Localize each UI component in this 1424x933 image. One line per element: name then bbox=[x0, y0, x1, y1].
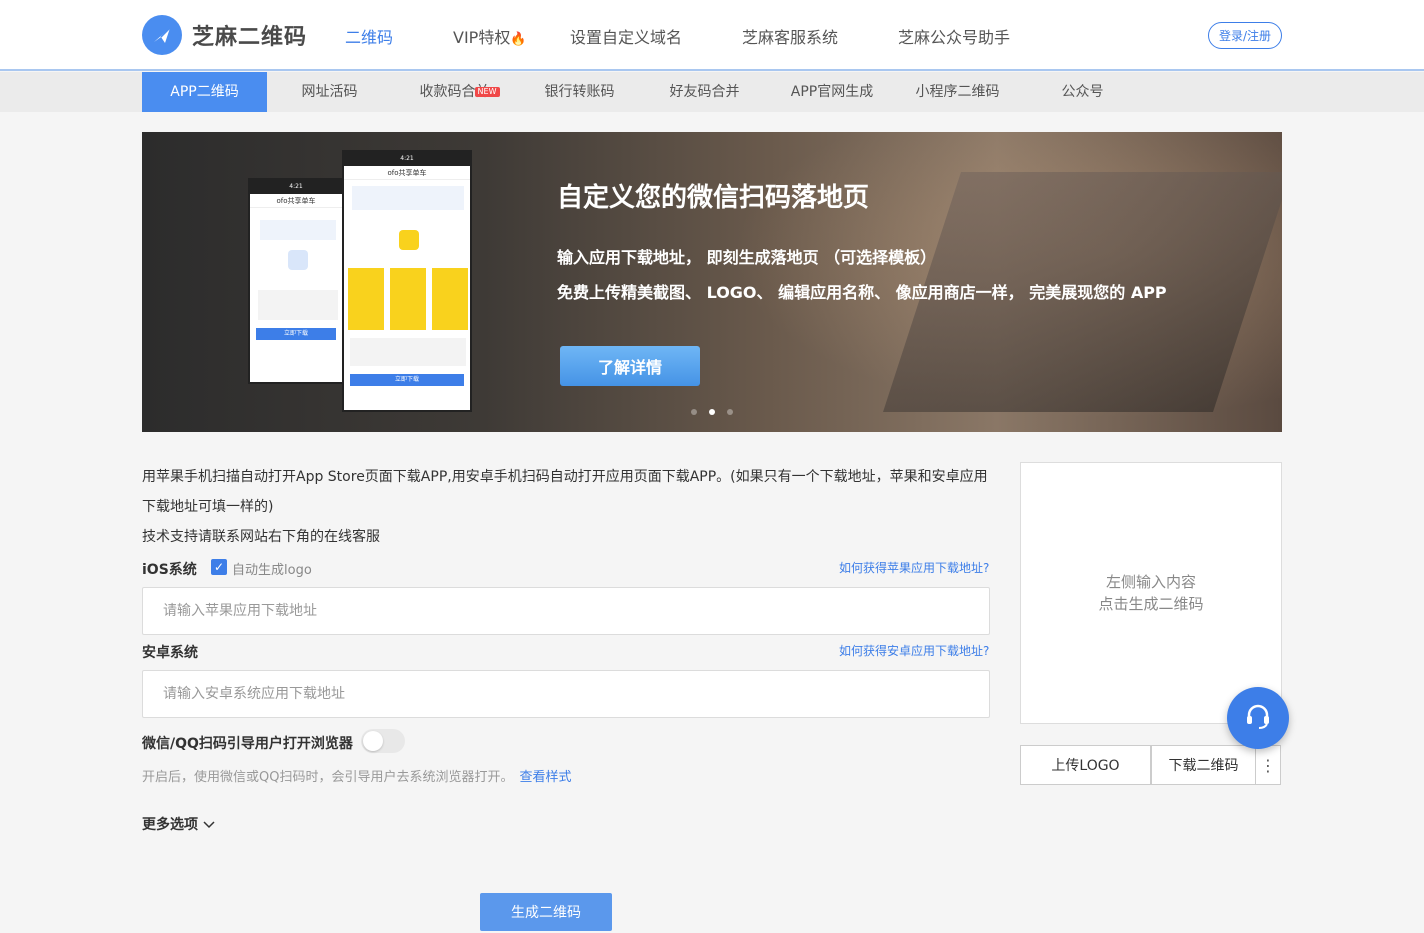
wechat-hint-text: 开启后，使用微信或QQ扫码时，会引导用户去系统浏览器打开。 bbox=[142, 770, 514, 785]
tab-app-qrcode[interactable]: APP二维码 bbox=[142, 72, 267, 112]
fire-icon: 🔥 bbox=[510, 32, 527, 47]
site-logo[interactable]: 芝麻二维码 bbox=[142, 15, 307, 55]
ios-help-link[interactable]: 如何获得苹果应用下载地址? bbox=[839, 559, 989, 576]
phone-status-bar: 4:21 bbox=[250, 180, 342, 194]
wechat-hint: 开启后，使用微信或QQ扫码时，会引导用户去系统浏览器打开。 查看样式 bbox=[142, 766, 571, 785]
phone-right-notice bbox=[352, 186, 464, 210]
tab-payment-merge[interactable]: 收款码合并 NEW bbox=[392, 72, 517, 112]
phone-left-text-block bbox=[258, 290, 338, 320]
banner-line-1: 输入应用下载地址， 即刻生成落地页 （可选择模板） bbox=[557, 248, 937, 267]
android-url-input[interactable] bbox=[142, 670, 990, 718]
phone-right-title: ofo共享单车 bbox=[344, 166, 470, 180]
tab-url-live-code[interactable]: 网址活码 bbox=[267, 72, 392, 112]
phone-mockup-left: 4:21 ofo共享单车 立即下载 bbox=[248, 178, 344, 384]
ios-label: iOS系统 bbox=[142, 562, 197, 578]
generate-qrcode-button[interactable]: 生成二维码 bbox=[480, 893, 612, 931]
nav-item-custom-domain[interactable]: 设置自定义域名 bbox=[570, 24, 682, 48]
chevron-down-icon bbox=[203, 817, 215, 833]
carousel-dot-1[interactable] bbox=[691, 409, 697, 415]
tab-app-website[interactable]: APP官网生成 bbox=[767, 72, 897, 112]
tab-bank-transfer[interactable]: 银行转账码 bbox=[517, 72, 642, 112]
wechat-browser-label: 微信/QQ扫码引导用户打开浏览器 bbox=[142, 736, 353, 752]
wechat-browser-toggle[interactable] bbox=[361, 729, 405, 753]
phone-left-notice bbox=[260, 220, 336, 240]
carousel-dot-2[interactable] bbox=[709, 409, 715, 415]
logo-icon bbox=[142, 15, 182, 55]
logo-text: 芝麻二维码 bbox=[192, 25, 308, 50]
top-header: 芝麻二维码 二维码 VIP特权🔥 设置自定义域名 芝麻客服系统 芝麻公众号助手 … bbox=[0, 0, 1424, 71]
phone-mockup-right: 4:21 ofo共享单车 立即下载 bbox=[342, 150, 472, 412]
upload-logo-button[interactable]: 上传LOGO bbox=[1020, 745, 1151, 785]
screenshot-3 bbox=[432, 268, 468, 330]
more-options-toggle[interactable]: 更多选项 bbox=[142, 814, 215, 834]
auto-logo-checkbox[interactable]: ✓ bbox=[211, 559, 227, 575]
nav-item-vip[interactable]: VIP特权🔥 bbox=[453, 24, 527, 48]
more-options-label: 更多选项 bbox=[142, 817, 198, 833]
ios-url-input[interactable] bbox=[142, 587, 990, 635]
screenshot-2 bbox=[390, 268, 426, 330]
tab-miniprogram-qrcode[interactable]: 小程序二维码 bbox=[895, 72, 1020, 112]
carousel-dots bbox=[691, 409, 733, 415]
carousel-dot-3[interactable] bbox=[727, 409, 733, 415]
learn-more-button[interactable]: 了解详情 bbox=[560, 346, 700, 386]
banner-line-2: 免费上传精美截图、 LOGO、 编辑应用名称、 像应用商店一样， 完美展现您的 … bbox=[557, 283, 1167, 302]
download-qrcode-button[interactable]: 下载二维码 bbox=[1151, 745, 1256, 785]
view-style-link[interactable]: 查看样式 bbox=[519, 770, 571, 785]
android-label: 安卓系统 bbox=[142, 645, 198, 661]
auto-logo-label[interactable]: 自动生成logo bbox=[232, 559, 312, 578]
login-register-button[interactable]: 登录/注册 bbox=[1208, 22, 1282, 49]
tab-friend-code-merge[interactable]: 好友码合并 bbox=[642, 72, 767, 112]
qrcode-placeholder-line-1: 左侧输入内容 bbox=[1105, 573, 1196, 591]
description-line-2: 下载地址可填一样的) bbox=[142, 499, 274, 515]
app-icon bbox=[288, 250, 308, 270]
qrcode-preview: 左侧输入内容 点击生成二维码 bbox=[1020, 462, 1282, 724]
phone-left-download-button: 立即下载 bbox=[256, 328, 336, 340]
support-note: 技术支持请联系网站右下角的在线客服 bbox=[142, 529, 380, 545]
tab-official-account[interactable]: 公众号 bbox=[1020, 72, 1145, 112]
promo-banner[interactable]: 4:21 ofo共享单车 立即下载 4:21 ofo共享单车 立即下载 自定义您… bbox=[142, 132, 1282, 432]
new-badge: NEW bbox=[474, 87, 500, 97]
sub-nav: APP二维码 网址活码 收款码合并 NEW 银行转账码 好友码合并 APP官网生成… bbox=[0, 72, 1424, 112]
phone-right-text-block bbox=[350, 338, 466, 366]
tab-payment-merge-wrap: 收款码合并 NEW bbox=[420, 84, 500, 100]
more-vertical-icon[interactable]: ⋮ bbox=[1255, 745, 1281, 785]
customer-service-button[interactable] bbox=[1227, 687, 1289, 749]
description-line-1: 用苹果手机扫描自动打开App Store页面下载APP,用安卓手机扫码自动打开应… bbox=[142, 469, 988, 485]
phone-status-bar-right: 4:21 bbox=[344, 152, 470, 166]
phone-right-download-button: 立即下载 bbox=[350, 374, 464, 386]
phone-left-title: ofo共享单车 bbox=[250, 194, 342, 208]
headset-icon bbox=[1243, 701, 1273, 735]
banner-title: 自定义您的微信扫码落地页 bbox=[557, 183, 870, 213]
android-help-link[interactable]: 如何获得安卓应用下载地址? bbox=[839, 642, 989, 659]
check-icon: ✓ bbox=[213, 560, 225, 574]
ofo-icon bbox=[399, 230, 419, 250]
nav-item-customer-service[interactable]: 芝麻客服系统 bbox=[742, 24, 838, 48]
qrcode-placeholder-line-2: 点击生成二维码 bbox=[1098, 595, 1204, 613]
nav-item-vip-label: VIP特权 bbox=[453, 28, 511, 47]
toggle-knob bbox=[363, 731, 383, 751]
nav-item-qrcode[interactable]: 二维码 bbox=[345, 24, 393, 48]
nav-item-official-account[interactable]: 芝麻公众号助手 bbox=[898, 24, 1010, 48]
screenshot-1 bbox=[348, 268, 384, 330]
